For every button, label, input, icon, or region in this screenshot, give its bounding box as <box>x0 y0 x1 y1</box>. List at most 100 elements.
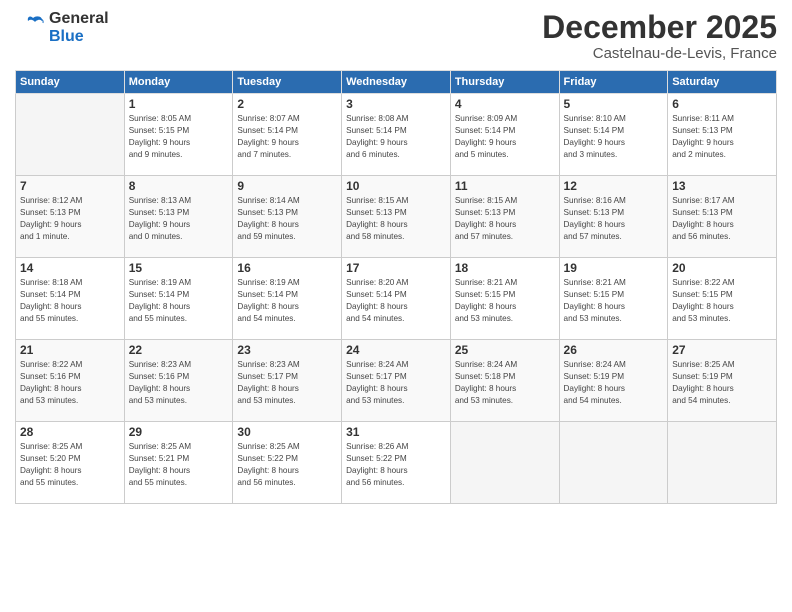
day-info: Sunrise: 8:14 AM Sunset: 5:13 PM Dayligh… <box>237 195 337 243</box>
day-info: Sunrise: 8:25 AM Sunset: 5:20 PM Dayligh… <box>20 441 120 489</box>
day-info: Sunrise: 8:23 AM Sunset: 5:16 PM Dayligh… <box>129 359 229 407</box>
day-number: 29 <box>129 425 229 439</box>
logo-blue: Blue <box>49 28 109 46</box>
calendar-cell: 5Sunrise: 8:10 AM Sunset: 5:14 PM Daylig… <box>559 94 668 176</box>
day-info: Sunrise: 8:16 AM Sunset: 5:13 PM Dayligh… <box>564 195 664 243</box>
calendar-week-row: 1 Sunrise: 8:05 AM Sunset: 5:15 PM Daylig… <box>16 94 777 176</box>
calendar-cell: 15 Sunrise: 8:19 AM Sunset: 5:14 PM Dayli… <box>124 258 233 340</box>
day-info: Sunrise: 8:07 AM Sunset: 5:14 PM Dayligh… <box>237 113 337 161</box>
day-number: 30 <box>237 425 337 439</box>
day-number: 13 <box>672 179 772 193</box>
calendar-cell: 25 Sunrise: 8:24 AM Sunset: 5:18 PM Dayli… <box>450 340 559 422</box>
day-info: Sunrise: 8:12 AM Sunset: 5:13 PM Dayligh… <box>20 195 120 243</box>
calendar-cell: 24 Sunrise: 8:24 AM Sunset: 5:17 PM Dayli… <box>342 340 451 422</box>
calendar-cell: 21Sunrise: 8:22 AM Sunset: 5:16 PM Dayli… <box>16 340 125 422</box>
day-info: Sunrise: 8:21 AM Sunset: 5:15 PM Dayligh… <box>564 277 664 325</box>
day-info: Sunrise: 8:26 AM Sunset: 5:22 PM Dayligh… <box>346 441 446 489</box>
calendar-cell: 4 Sunrise: 8:09 AM Sunset: 5:14 PM Daylig… <box>450 94 559 176</box>
day-info: Sunrise: 8:05 AM Sunset: 5:15 PM Dayligh… <box>129 113 229 161</box>
calendar-week-row: 14 Sunrise: 8:18 AM Sunset: 5:14 PM Dayli… <box>16 258 777 340</box>
calendar-cell: 18 Sunrise: 8:21 AM Sunset: 5:15 PM Dayli… <box>450 258 559 340</box>
calendar-table: Sunday Monday Tuesday Wednesday Thursday… <box>15 70 777 504</box>
day-info: Sunrise: 8:25 AM Sunset: 5:21 PM Dayligh… <box>129 441 229 489</box>
day-number: 25 <box>455 343 555 357</box>
day-number: 22 <box>129 343 229 357</box>
calendar-cell: 29 Sunrise: 8:25 AM Sunset: 5:21 PM Dayli… <box>124 422 233 504</box>
col-saturday: Saturday <box>668 71 777 94</box>
calendar-week-row: 7 Sunrise: 8:12 AM Sunset: 5:13 PM Daylig… <box>16 176 777 258</box>
col-sunday: Sunday <box>16 71 125 94</box>
day-number: 2 <box>237 97 337 111</box>
day-number: 10 <box>346 179 446 193</box>
day-number: 17 <box>346 261 446 275</box>
calendar-cell: 22 Sunrise: 8:23 AM Sunset: 5:16 PM Dayli… <box>124 340 233 422</box>
calendar-cell: 16 Sunrise: 8:19 AM Sunset: 5:14 PM Dayli… <box>233 258 342 340</box>
calendar-cell: 19Sunrise: 8:21 AM Sunset: 5:15 PM Dayli… <box>559 258 668 340</box>
day-number: 26 <box>564 343 664 357</box>
calendar-cell: 11 Sunrise: 8:15 AM Sunset: 5:13 PM Dayli… <box>450 176 559 258</box>
day-info: Sunrise: 8:17 AM Sunset: 5:13 PM Dayligh… <box>672 195 772 243</box>
day-info: Sunrise: 8:10 AM Sunset: 5:14 PM Dayligh… <box>564 113 664 161</box>
col-tuesday: Tuesday <box>233 71 342 94</box>
calendar-cell: 23 Sunrise: 8:23 AM Sunset: 5:17 PM Dayli… <box>233 340 342 422</box>
day-info: Sunrise: 8:22 AM Sunset: 5:15 PM Dayligh… <box>672 277 772 325</box>
day-info: Sunrise: 8:13 AM Sunset: 5:13 PM Dayligh… <box>129 195 229 243</box>
day-info: Sunrise: 8:11 AM Sunset: 5:13 PM Dayligh… <box>672 113 772 161</box>
day-info: Sunrise: 8:21 AM Sunset: 5:15 PM Dayligh… <box>455 277 555 325</box>
day-info: Sunrise: 8:09 AM Sunset: 5:14 PM Dayligh… <box>455 113 555 161</box>
day-number: 8 <box>129 179 229 193</box>
calendar-cell: 1 Sunrise: 8:05 AM Sunset: 5:15 PM Daylig… <box>124 94 233 176</box>
day-info: Sunrise: 8:25 AM Sunset: 5:22 PM Dayligh… <box>237 441 337 489</box>
calendar-cell: 20Sunrise: 8:22 AM Sunset: 5:15 PM Dayli… <box>668 258 777 340</box>
day-number: 4 <box>455 97 555 111</box>
logo: General Blue <box>15 10 109 45</box>
calendar-cell: 2 Sunrise: 8:07 AM Sunset: 5:14 PM Daylig… <box>233 94 342 176</box>
day-info: Sunrise: 8:15 AM Sunset: 5:13 PM Dayligh… <box>455 195 555 243</box>
header: General Blue December 2025 Castelnau-de-… <box>15 10 777 62</box>
col-friday: Friday <box>559 71 668 94</box>
day-number: 14 <box>20 261 120 275</box>
day-number: 21 <box>20 343 120 357</box>
day-number: 11 <box>455 179 555 193</box>
calendar-cell: 12Sunrise: 8:16 AM Sunset: 5:13 PM Dayli… <box>559 176 668 258</box>
calendar-cell: 26Sunrise: 8:24 AM Sunset: 5:19 PM Dayli… <box>559 340 668 422</box>
page-container: General Blue December 2025 Castelnau-de-… <box>0 0 792 612</box>
day-number: 7 <box>20 179 120 193</box>
day-info: Sunrise: 8:24 AM Sunset: 5:17 PM Dayligh… <box>346 359 446 407</box>
day-number: 23 <box>237 343 337 357</box>
logo-general: General <box>49 10 109 28</box>
day-number: 16 <box>237 261 337 275</box>
day-info: Sunrise: 8:19 AM Sunset: 5:14 PM Dayligh… <box>237 277 337 325</box>
day-number: 27 <box>672 343 772 357</box>
calendar-cell: 13 Sunrise: 8:17 AM Sunset: 5:13 PM Dayli… <box>668 176 777 258</box>
day-number: 31 <box>346 425 446 439</box>
calendar-cell: 7 Sunrise: 8:12 AM Sunset: 5:13 PM Daylig… <box>16 176 125 258</box>
day-info: Sunrise: 8:23 AM Sunset: 5:17 PM Dayligh… <box>237 359 337 407</box>
day-info: Sunrise: 8:24 AM Sunset: 5:18 PM Dayligh… <box>455 359 555 407</box>
day-number: 1 <box>129 97 229 111</box>
title-block: December 2025 Castelnau-de-Levis, France <box>542 10 777 62</box>
day-info: Sunrise: 8:18 AM Sunset: 5:14 PM Dayligh… <box>20 277 120 325</box>
day-number: 28 <box>20 425 120 439</box>
calendar-cell: 3Sunrise: 8:08 AM Sunset: 5:14 PM Daylig… <box>342 94 451 176</box>
day-number: 24 <box>346 343 446 357</box>
calendar-week-row: 28 Sunrise: 8:25 AM Sunset: 5:20 PM Dayli… <box>16 422 777 504</box>
calendar-cell <box>668 422 777 504</box>
calendar-cell: 14 Sunrise: 8:18 AM Sunset: 5:14 PM Dayli… <box>16 258 125 340</box>
calendar-cell: 28 Sunrise: 8:25 AM Sunset: 5:20 PM Dayli… <box>16 422 125 504</box>
day-number: 15 <box>129 261 229 275</box>
month-title: December 2025 <box>542 10 777 45</box>
day-info: Sunrise: 8:25 AM Sunset: 5:19 PM Dayligh… <box>672 359 772 407</box>
day-number: 18 <box>455 261 555 275</box>
calendar-cell <box>450 422 559 504</box>
calendar-body: 1 Sunrise: 8:05 AM Sunset: 5:15 PM Daylig… <box>16 94 777 504</box>
day-info: Sunrise: 8:20 AM Sunset: 5:14 PM Dayligh… <box>346 277 446 325</box>
day-info: Sunrise: 8:15 AM Sunset: 5:13 PM Dayligh… <box>346 195 446 243</box>
calendar-cell: 27 Sunrise: 8:25 AM Sunset: 5:19 PM Dayli… <box>668 340 777 422</box>
calendar-cell: 31 Sunrise: 8:26 AM Sunset: 5:22 PM Dayli… <box>342 422 451 504</box>
calendar-cell: 10 Sunrise: 8:15 AM Sunset: 5:13 PM Dayli… <box>342 176 451 258</box>
calendar-week-row: 21Sunrise: 8:22 AM Sunset: 5:16 PM Dayli… <box>16 340 777 422</box>
calendar-cell: 30 Sunrise: 8:25 AM Sunset: 5:22 PM Dayli… <box>233 422 342 504</box>
day-info: Sunrise: 8:19 AM Sunset: 5:14 PM Dayligh… <box>129 277 229 325</box>
day-number: 9 <box>237 179 337 193</box>
